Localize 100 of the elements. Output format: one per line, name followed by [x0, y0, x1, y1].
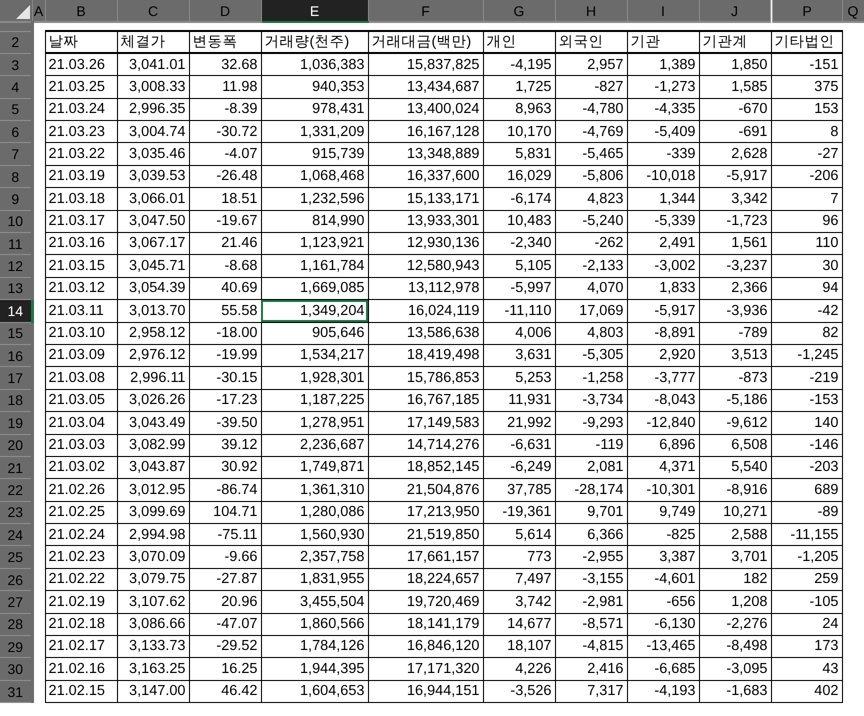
- column-header[interactable]: A: [32, 0, 45, 22]
- table-cell: 1,161,784: [261, 254, 368, 278]
- column-header[interactable]: C: [117, 0, 189, 22]
- row-header[interactable]: 19: [0, 412, 32, 434]
- column-header[interactable]: P: [771, 0, 842, 22]
- select-all-icon[interactable]: [16, 5, 30, 19]
- table-cell: -2,981: [555, 590, 627, 614]
- row-header[interactable]: 11: [0, 232, 32, 255]
- row-header[interactable]: 27: [0, 590, 32, 614]
- table-cell: 9,749: [627, 501, 699, 524]
- row-header[interactable]: 30: [0, 658, 32, 680]
- table-cell: -5,465: [555, 142, 627, 166]
- table-cell: 1,928,301: [261, 366, 368, 390]
- row-header[interactable]: 22: [0, 478, 32, 502]
- table-cell: -2,276: [699, 613, 771, 636]
- table-cell: 1,604,653: [261, 680, 368, 703]
- row-header[interactable]: 9: [0, 188, 32, 210]
- table-cell: 21.03.18: [45, 188, 117, 210]
- table-cell: 94: [771, 277, 842, 300]
- table-cell: -12,840: [627, 412, 699, 434]
- table-cell: 17,149,583: [368, 412, 483, 434]
- table-cell: -1,245: [771, 344, 842, 367]
- table-cell: -825: [627, 524, 699, 546]
- table-cell: 21,504,876: [368, 478, 483, 502]
- row-header[interactable]: 12: [0, 254, 32, 278]
- table-cell: 21.02.26: [45, 478, 117, 502]
- table-cell: 13,400,024: [368, 98, 483, 121]
- table-cell: -5,186: [699, 389, 771, 412]
- table-cell: 3,008.33: [117, 76, 189, 98]
- table-cell: -13,465: [627, 636, 699, 658]
- table-cell: 259: [771, 568, 842, 591]
- table-cell: -3,155: [555, 568, 627, 591]
- row-header[interactable]: 20: [0, 434, 32, 456]
- table-cell: -30.72: [189, 120, 261, 143]
- table-cell: 10,271: [699, 501, 771, 524]
- row-header[interactable]: 13: [0, 277, 32, 300]
- table-cell: 1,389: [627, 53, 699, 76]
- table-cell: -8,891: [627, 322, 699, 344]
- row-header[interactable]: 28: [0, 613, 32, 636]
- table-cell: -4,335: [627, 98, 699, 121]
- table-cell: -19.99: [189, 344, 261, 367]
- row-header[interactable]: 5: [0, 98, 32, 121]
- table-cell: 21.03.04: [45, 412, 117, 434]
- row-header[interactable]: 16: [0, 344, 32, 367]
- table-cell: 2,920: [627, 344, 699, 367]
- row-header[interactable]: 26: [0, 568, 32, 591]
- row-header[interactable]: 18: [0, 389, 32, 412]
- row-header[interactable]: 7: [0, 142, 32, 166]
- column-header[interactable]: F: [368, 0, 483, 22]
- table-cell: -1,723: [699, 210, 771, 233]
- column-header[interactable]: J: [699, 0, 771, 22]
- table-cell: -1,258: [555, 366, 627, 390]
- table-cell: 21.02.17: [45, 636, 117, 658]
- table-cell: 3,701: [699, 546, 771, 568]
- table-cell: -339: [627, 142, 699, 166]
- row-header[interactable]: 25: [0, 546, 32, 568]
- column-header[interactable]: G: [483, 0, 555, 22]
- table-cell: 30: [771, 254, 842, 278]
- table-cell: -219: [771, 366, 842, 390]
- column-header[interactable]: E: [261, 0, 368, 22]
- table-cell: -89: [771, 501, 842, 524]
- column-title: 체결가: [117, 31, 189, 54]
- column-header[interactable]: B: [45, 0, 117, 22]
- table-cell: 21.02.22: [45, 568, 117, 591]
- row-header[interactable]: 4: [0, 76, 32, 98]
- table-cell: 3,047.50: [117, 210, 189, 233]
- row-header[interactable]: 6: [0, 120, 32, 143]
- row-header[interactable]: 24: [0, 524, 32, 546]
- column-header[interactable]: I: [627, 0, 699, 22]
- row-header[interactable]: 3: [0, 53, 32, 76]
- table-cell: 2,996.35: [117, 98, 189, 121]
- column-header[interactable]: H: [555, 0, 627, 22]
- row-header[interactable]: 15: [0, 322, 32, 344]
- table-cell: 3,004.74: [117, 120, 189, 143]
- table-cell: 905,646: [261, 322, 368, 344]
- table-cell: 4,371: [627, 456, 699, 479]
- column-header[interactable]: Q: [842, 0, 864, 22]
- table-cell: 3,387: [627, 546, 699, 568]
- table-cell: 17,069: [555, 300, 627, 322]
- row-header[interactable]: 23: [0, 501, 32, 524]
- table-cell: 39.12: [189, 434, 261, 456]
- table-cell: -3,002: [627, 254, 699, 278]
- row-header[interactable]: 29: [0, 636, 32, 658]
- row-header[interactable]: 2: [0, 31, 32, 54]
- table-cell: -27.87: [189, 568, 261, 591]
- column-header[interactable]: D: [189, 0, 261, 22]
- row-header[interactable]: 8: [0, 165, 32, 188]
- table-cell: 1,534,217: [261, 344, 368, 367]
- table-cell: 1,850: [699, 53, 771, 76]
- row-header[interactable]: 31: [0, 680, 32, 703]
- table-cell: 21,992: [483, 412, 555, 434]
- table-cell: 3,742: [483, 590, 555, 614]
- row-header[interactable]: 21: [0, 456, 32, 479]
- row-header[interactable]: 14: [0, 300, 32, 322]
- table-cell: 1,036,383: [261, 53, 368, 76]
- table-cell: 1,725: [483, 76, 555, 98]
- table-cell: 9,701: [555, 501, 627, 524]
- row-header[interactable]: 10: [0, 210, 32, 233]
- row-header[interactable]: 17: [0, 366, 32, 390]
- column-title: 외국인: [555, 31, 627, 54]
